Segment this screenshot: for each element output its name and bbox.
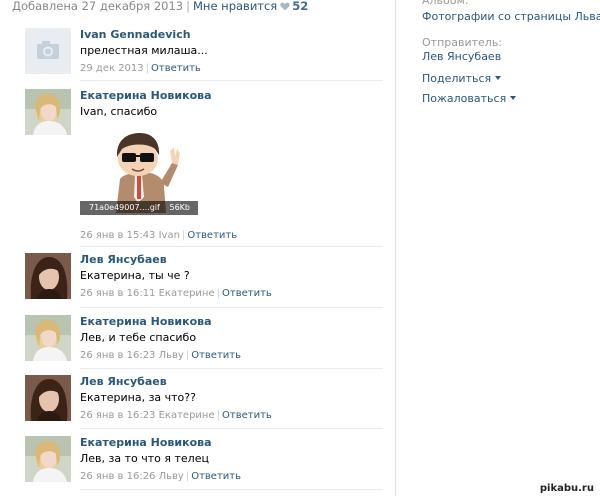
comment-divider [80, 428, 383, 429]
reply-button[interactable]: Ответить [191, 471, 241, 482]
avatar-photo [25, 436, 71, 482]
heart-icon[interactable] [280, 2, 290, 11]
comment-meta: 29 дек 2013 | Ответить [80, 63, 201, 74]
avatar[interactable] [25, 89, 71, 135]
comment-meta: 26 янв в 16:23 Льву | Ответить [80, 350, 242, 361]
gif-info-bar: 71a0e49007....gif 56Kb [80, 201, 198, 215]
sender-link[interactable]: Лев Янсубаев [422, 50, 501, 64]
added-date: Добавлена 27 декабря 2013 [12, 0, 184, 13]
comment-text: Лев, за то что я телец [80, 452, 209, 465]
avatar[interactable] [25, 375, 71, 421]
reply-button[interactable]: Ответить [187, 230, 237, 241]
album-label: Альбом: [422, 0, 469, 7]
watermark: pikabu.ru [539, 483, 594, 494]
comment-divider [80, 489, 383, 490]
comment-text: прелестная милаша... [80, 44, 208, 57]
comment-meta: 26 янв в 16:26 Льву | Ответить [80, 471, 242, 482]
gif-attachment[interactable]: 71a0e49007....gif 56Kb [80, 127, 198, 215]
reply-to[interactable]: Екатерине [159, 288, 215, 299]
comment-author[interactable]: Екатерина Новикова [80, 89, 380, 103]
comment-date[interactable]: 26 янв в 16:23 [80, 350, 155, 361]
avatar-photo [25, 89, 71, 135]
chevron-down-icon [510, 96, 517, 100]
gif-filename: 71a0e49007....gif [89, 203, 160, 212]
comment-meta: 26 янв в 16:11 Екатерине | Ответить [80, 288, 272, 299]
comment-divider [80, 368, 383, 369]
comment-text: Ivan, спасибо [80, 105, 158, 118]
comment-date[interactable]: 29 дек 2013 [80, 63, 144, 74]
avatar[interactable] [25, 28, 71, 74]
reply-button[interactable]: Ответить [222, 410, 272, 421]
avatar[interactable] [25, 436, 71, 482]
reply-button[interactable]: Ответить [222, 288, 272, 299]
header-separator: | [186, 0, 190, 13]
comment-author[interactable]: Лев Янсубаев [80, 375, 380, 389]
comment-date[interactable]: 26 янв в 15:43 [80, 230, 155, 241]
avatar[interactable] [25, 315, 71, 361]
share-button[interactable]: Поделиться [422, 72, 502, 86]
comment-meta: 26 янв в 15:43 Ivan | Ответить [80, 230, 238, 241]
column-divider [395, 0, 396, 496]
comment-author[interactable]: Екатерина Новикова [80, 315, 380, 329]
comment-text: Лев, и тебе спасибо [80, 331, 197, 344]
share-label: Поделиться [422, 72, 492, 85]
comment-text: Екатерина, за что?? [80, 391, 196, 404]
post-header: Добавлена 27 декабря 2013 | Мне нравится 52 [12, 0, 308, 14]
comment-date[interactable]: 26 янв в 16:26 [80, 471, 155, 482]
reply-button[interactable]: Ответить [191, 350, 241, 361]
comment-author[interactable]: Лев Янсубаев [80, 253, 380, 267]
reply-to[interactable]: Льву [159, 350, 184, 361]
comment-author[interactable]: Екатерина Новикова [80, 436, 380, 450]
sender-label: Отправитель: [422, 36, 503, 49]
reply-button[interactable]: Ответить [151, 63, 201, 74]
comments-column: Добавлена 27 декабря 2013 | Мне нравится 52… [0, 0, 395, 496]
report-label: Пожаловаться [422, 92, 507, 105]
comment-divider [80, 80, 383, 81]
comment-meta: 26 янв в 16:23 Екатерине | Ответить [80, 410, 272, 421]
comment-text: Екатерина, ты че ? [80, 269, 190, 282]
like-count[interactable]: 52 [292, 0, 308, 13]
camera-icon [25, 28, 71, 74]
chevron-down-icon [495, 76, 502, 80]
comment-divider [80, 307, 383, 308]
reply-to[interactable]: Ivan [159, 230, 180, 241]
comment-author[interactable]: Ivan Gennadevich [80, 28, 380, 42]
comment-date[interactable]: 26 янв в 16:23 [80, 410, 155, 421]
like-button[interactable]: Мне нравится [193, 0, 277, 13]
reply-to[interactable]: Екатерине [159, 410, 215, 421]
comment-date[interactable]: 26 янв в 16:11 [80, 288, 155, 299]
avatar-photo [25, 375, 71, 421]
avatar-photo [25, 253, 71, 299]
reply-to[interactable]: Льву [159, 471, 184, 482]
avatar[interactable] [25, 253, 71, 299]
comment-divider [80, 246, 383, 247]
gif-size: 56Kb [169, 203, 190, 212]
album-link[interactable]: Фотографии со страницы Льва [422, 10, 600, 24]
avatar-photo [25, 315, 71, 361]
report-button[interactable]: Пожаловаться [422, 92, 517, 106]
